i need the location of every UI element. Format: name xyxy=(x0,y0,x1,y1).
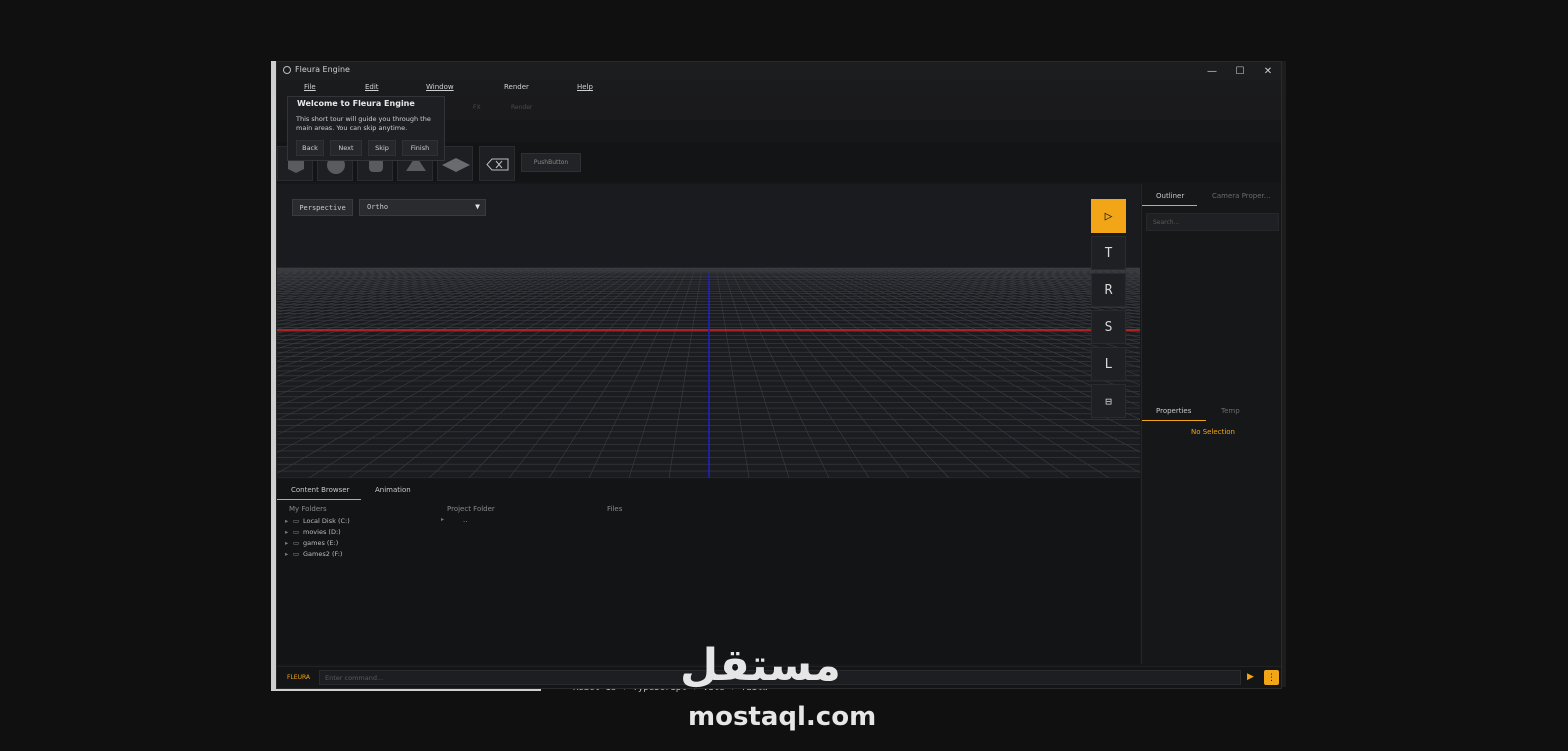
app-icon xyxy=(283,66,291,74)
welcome-tour-popup: Welcome to Fleura Engine This short tour… xyxy=(287,96,445,161)
watermark-arabic: مستقل xyxy=(680,640,841,691)
tour-back-button[interactable]: Back xyxy=(296,140,324,156)
tab-camera-properties[interactable]: Camera Proper... xyxy=(1212,192,1270,200)
menu-help[interactable]: Help xyxy=(577,83,593,91)
menu-file[interactable]: File xyxy=(304,83,316,91)
light-tool-button[interactable]: L xyxy=(1091,347,1126,381)
tab-outliner[interactable]: Outliner xyxy=(1156,192,1184,200)
tour-next-button[interactable]: Next xyxy=(330,140,362,156)
clear-scene-button[interactable] xyxy=(479,146,515,181)
chevron-down-icon: ▼ xyxy=(475,202,480,211)
window-title: Fleura Engine xyxy=(295,65,350,74)
tour-finish-button[interactable]: Finish xyxy=(402,140,438,156)
tab-content-browser[interactable]: Content Browser xyxy=(291,486,349,494)
menu-bar: File Edit Window Render Help xyxy=(277,80,1281,96)
menu-edit[interactable]: Edit xyxy=(365,83,379,91)
drive-icon: ▭ xyxy=(293,550,300,558)
tour-skip-button[interactable]: Skip xyxy=(368,140,396,156)
tab-temp[interactable]: Temp xyxy=(1221,407,1240,415)
outliner-search-input[interactable]: Search... xyxy=(1146,213,1279,231)
backspace-icon xyxy=(486,158,509,171)
menu-render[interactable]: Render xyxy=(504,83,529,91)
col-files: Files xyxy=(607,505,623,513)
project-folder-item[interactable]: .. xyxy=(463,516,467,524)
expand-icon: ▸ xyxy=(285,539,289,547)
translate-tool-button[interactable]: T xyxy=(1091,236,1126,270)
snap-tool-button[interactable]: ⊟ xyxy=(1091,384,1126,418)
outliner-tab-underline xyxy=(1142,205,1197,206)
drive-item-e[interactable]: ▸ ▭ games (E:) xyxy=(285,539,338,547)
content-browser-panel: Content Browser Animation My Folders Pro… xyxy=(277,479,1140,664)
drive-icon: ▭ xyxy=(293,528,300,536)
perspective-button[interactable]: Perspective xyxy=(292,199,353,216)
col-my-folders: My Folders xyxy=(289,505,327,513)
select-tool-button[interactable]: ▷ xyxy=(1091,199,1126,233)
tour-title: Welcome to Fleura Engine xyxy=(297,99,415,108)
grid-floor xyxy=(277,267,1140,478)
minimize-button[interactable]: — xyxy=(1199,63,1225,79)
expand-icon: ▸ xyxy=(285,517,289,525)
view-mode-select[interactable]: Ortho ▼ xyxy=(359,199,486,216)
project-expand-icon[interactable]: ▸ xyxy=(441,516,444,523)
mostaql-watermark: مستقل mostaql.com xyxy=(640,640,930,740)
title-bar: Fleura Engine — ☐ ✕ xyxy=(277,62,1281,80)
drive-item-d[interactable]: ▸ ▭ movies (D:) xyxy=(285,528,341,536)
right-panel: Outliner Camera Proper... Search... Prop… xyxy=(1141,184,1281,664)
no-selection-label: No Selection xyxy=(1190,428,1235,436)
play-icon[interactable]: ▶ xyxy=(1247,672,1254,682)
scene-viewport[interactable]: Perspective Ortho ▼ ▷ T R S L ⊟ xyxy=(277,184,1140,478)
more-options-icon[interactable]: ⋮ xyxy=(1264,670,1279,685)
tab-render[interactable]: Render xyxy=(511,104,532,111)
close-button[interactable]: ✕ xyxy=(1255,63,1281,79)
drive-item-f[interactable]: ▸ ▭ Games2 (F:) xyxy=(285,550,342,558)
view-mode-value: Ortho xyxy=(367,203,389,211)
drive-icon: ▭ xyxy=(293,517,300,525)
drive-item-c[interactable]: ▸ ▭ Local Disk (C:) xyxy=(285,517,350,525)
drive-icon: ▭ xyxy=(293,539,300,547)
maximize-button[interactable]: ☐ xyxy=(1227,63,1253,79)
expand-icon: ▸ xyxy=(285,550,289,558)
menu-window[interactable]: Window xyxy=(426,83,454,91)
expand-icon: ▸ xyxy=(285,528,289,536)
rotate-tool-button[interactable]: R xyxy=(1091,273,1126,307)
content-tab-underline xyxy=(277,499,361,500)
col-project-folder: Project Folder xyxy=(447,505,495,513)
watermark-latin: mostaql.com xyxy=(688,702,877,732)
background-window-edge-right xyxy=(1282,61,1286,687)
properties-tab-underline xyxy=(1142,420,1206,421)
command-label: FLEURA xyxy=(287,674,311,681)
tour-body: This short tour will guide you through t… xyxy=(296,115,431,132)
tab-properties[interactable]: Properties xyxy=(1156,407,1191,415)
push-button[interactable]: PushButton xyxy=(521,153,581,172)
tab-fx[interactable]: FX xyxy=(473,104,481,111)
tab-animation[interactable]: Animation xyxy=(375,486,411,494)
scale-tool-button[interactable]: S xyxy=(1091,310,1126,344)
